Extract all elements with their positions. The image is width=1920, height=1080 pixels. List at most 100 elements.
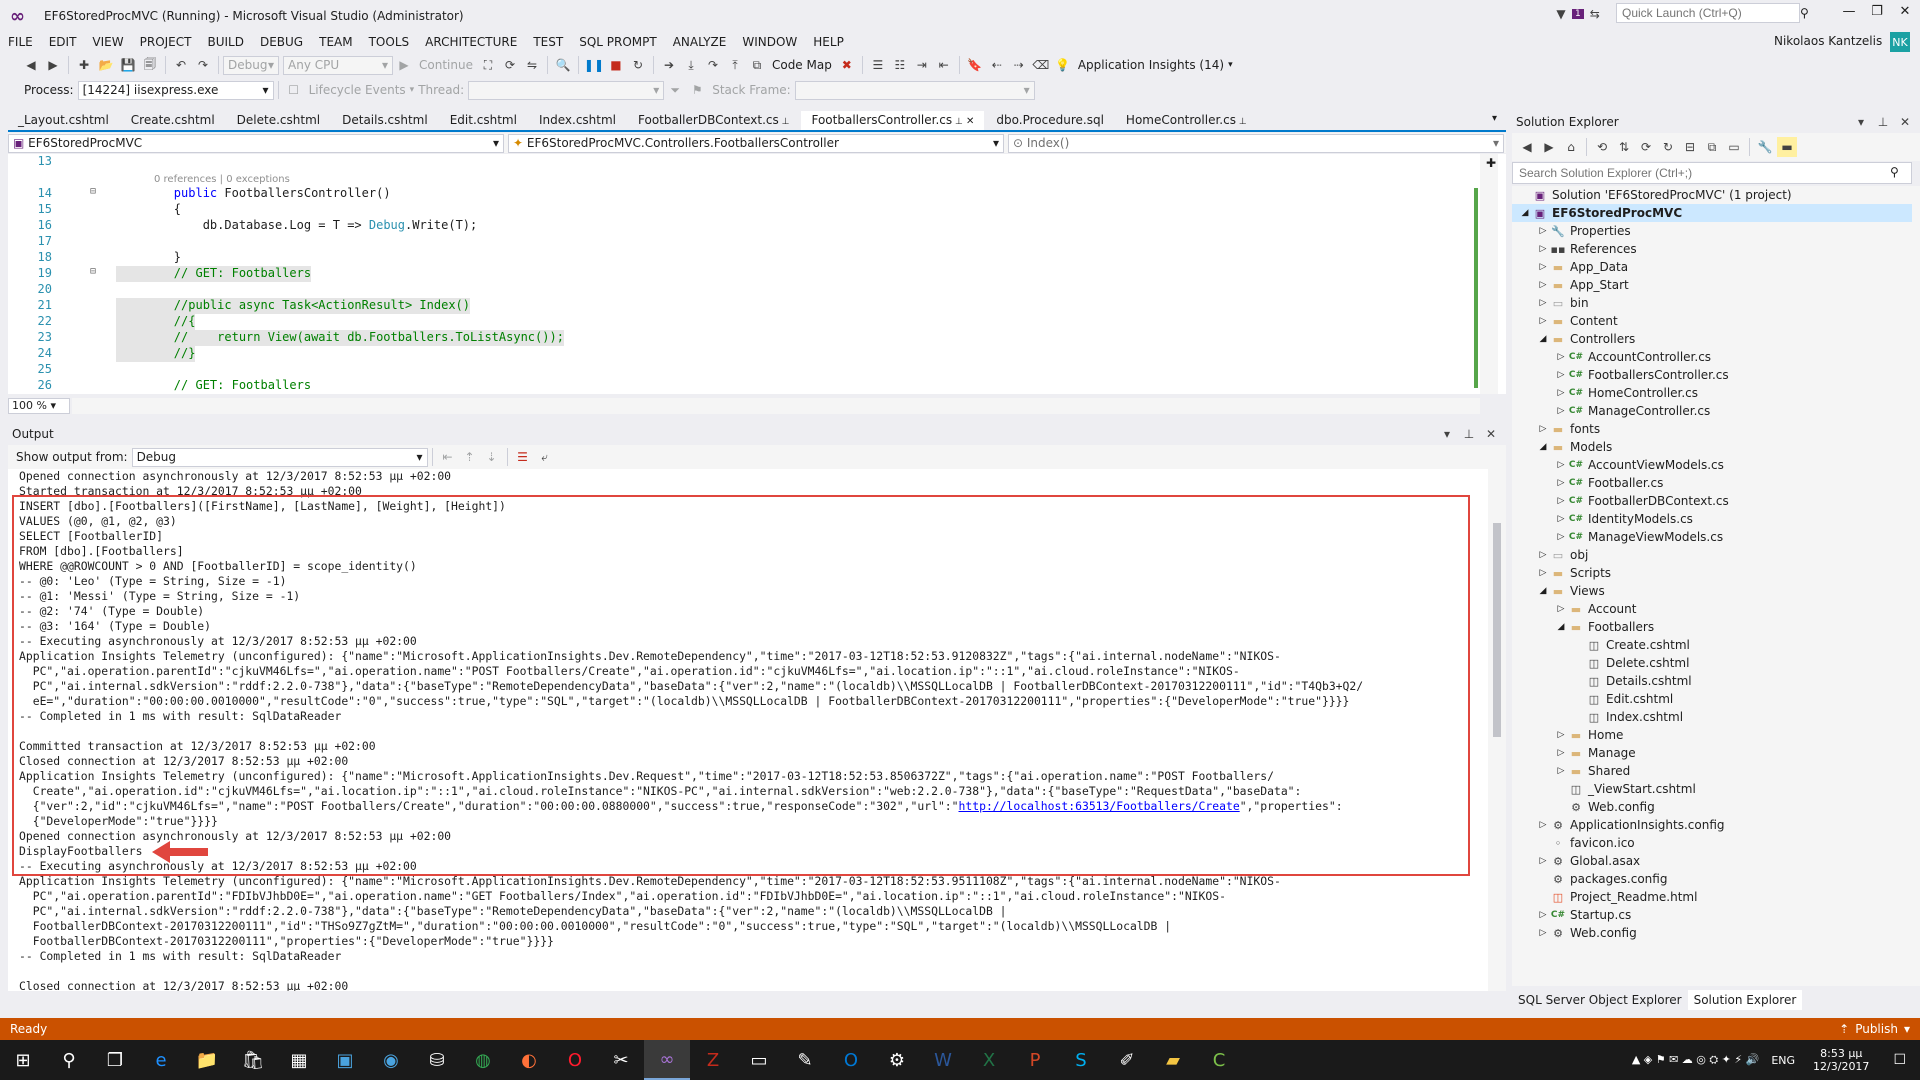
tree-item[interactable]: ▷ ▬ App_Data	[1512, 258, 1912, 276]
collapsed-arrow-icon[interactable]: ▷	[1536, 910, 1550, 920]
pin-icon[interactable]: ⊥	[952, 117, 963, 127]
tree-item[interactable]: ▷ C# HomeController.cs	[1512, 384, 1912, 402]
notepad-icon[interactable]: ✎	[782, 1040, 828, 1080]
tree-item[interactable]: ◫ _ViewStart.cshtml	[1512, 780, 1912, 798]
code-line[interactable]: 21 //public async Task<ActionResult> Ind…	[8, 298, 1468, 314]
calculator-icon[interactable]: ▦	[276, 1040, 322, 1080]
collapsed-arrow-icon[interactable]: ▷	[1536, 820, 1550, 830]
solution-configuration-select[interactable]: Debug ▾	[223, 55, 279, 75]
tree-item[interactable]: ◢ ▬ Models	[1512, 438, 1912, 456]
collapsed-arrow-icon[interactable]: ▷	[1536, 298, 1550, 308]
tree-item[interactable]: ▷ ⚙ Web.config	[1512, 924, 1912, 942]
break-all-icon[interactable]: ❚❚	[584, 55, 604, 75]
collapsed-arrow-icon[interactable]: ▷	[1554, 532, 1568, 542]
tree-item[interactable]: ▷ ⚙ Global.asax	[1512, 852, 1912, 870]
chrome-icon[interactable]: ◍	[460, 1040, 506, 1080]
tab-create-cshtml[interactable]: Create.cshtml	[121, 111, 225, 130]
tree-item[interactable]: ◢ ▬ Views	[1512, 582, 1912, 600]
menu-analyze[interactable]: ANALYZE	[665, 32, 735, 52]
collapse-icon[interactable]: ⊟	[90, 186, 96, 197]
pin-icon[interactable]: ⊥	[1236, 117, 1247, 127]
tree-item[interactable]: ▷ ▬ App_Start	[1512, 276, 1912, 294]
stack-frame-select[interactable]: ▾	[794, 80, 1035, 100]
editor-horizontal-scrollbar[interactable]	[72, 398, 1480, 414]
solution-search-input[interactable]	[1512, 162, 1912, 184]
comment-icon[interactable]: ☰	[868, 55, 888, 75]
collapsed-arrow-icon[interactable]: ▷	[1554, 604, 1568, 614]
publish-button[interactable]: ⇡ Publish ▾	[1839, 1022, 1910, 1036]
continue-button[interactable]: Continue	[419, 58, 473, 72]
find-message-icon[interactable]: ⇤	[438, 447, 458, 467]
remote-desktop-icon[interactable]: ▣	[322, 1040, 368, 1080]
code-line[interactable]: 24 //}	[8, 346, 1468, 362]
prev-bookmark-icon[interactable]: ⇠	[987, 55, 1007, 75]
tree-item[interactable]: ◫ Edit.cshtml	[1512, 690, 1912, 708]
tree-item[interactable]: ▷ ▭ bin	[1512, 294, 1912, 312]
panel-dropdown-icon[interactable]: ▾	[1851, 112, 1871, 132]
tools-icon[interactable]: ✂	[598, 1040, 644, 1080]
filter-threads-icon[interactable]: ⏷	[665, 80, 685, 100]
redo-icon[interactable]: ↷	[193, 55, 213, 75]
clear-all-icon[interactable]: ☰	[513, 447, 533, 467]
excel-icon[interactable]: X	[966, 1040, 1012, 1080]
undo-icon[interactable]: ↶	[171, 55, 191, 75]
input-language[interactable]: ENG	[1771, 1054, 1795, 1067]
lifecycle-icon[interactable]: ☐	[284, 80, 304, 100]
new-project-icon[interactable]: ✚	[74, 55, 94, 75]
user-avatar[interactable]: NK	[1890, 32, 1910, 52]
view-code-icon[interactable]: ▬	[1777, 137, 1797, 157]
visual-studio-icon[interactable]: ∞	[644, 1040, 690, 1080]
expanded-arrow-icon[interactable]: ◢	[1536, 442, 1550, 452]
prev-message-icon[interactable]: ⇡	[460, 447, 480, 467]
menu-window[interactable]: WINDOW	[734, 32, 805, 52]
tab--layout-cshtml[interactable]: _Layout.cshtml	[8, 111, 119, 130]
sync-icon[interactable]: ⟳	[1636, 137, 1656, 157]
menu-team[interactable]: TEAM	[311, 32, 360, 52]
bookmark-icon[interactable]: 🔖	[965, 55, 985, 75]
menu-help[interactable]: HELP	[805, 32, 852, 52]
code-line[interactable]: 18 }	[8, 250, 1468, 266]
expanded-arrow-icon[interactable]: ◢	[1536, 334, 1550, 344]
tree-item[interactable]: ▷ ▭ obj	[1512, 546, 1912, 564]
tree-item[interactable]: ▣ Solution 'EF6StoredProcMVC' (1 project)	[1512, 186, 1912, 204]
powerpoint-icon[interactable]: P	[1012, 1040, 1058, 1080]
collapse-all-icon[interactable]: ⊟	[1680, 137, 1700, 157]
collapsed-arrow-icon[interactable]: ▷	[1554, 514, 1568, 524]
application-insights-button[interactable]: Application Insights (14)	[1078, 58, 1224, 72]
tree-item[interactable]: ▷ ▬ Shared	[1512, 762, 1912, 780]
tab-solution-explorer[interactable]: Solution Explorer	[1687, 990, 1803, 1010]
collapsed-arrow-icon[interactable]: ▷	[1536, 568, 1550, 578]
search-icon[interactable]: ⚲	[1800, 6, 1809, 20]
close-panel-icon[interactable]: ✕	[1481, 424, 1501, 444]
search-icon[interactable]: ⚲	[46, 1040, 92, 1080]
collapsed-arrow-icon[interactable]: ▷	[1536, 280, 1550, 290]
pending-changes-icon[interactable]: ⇅	[1614, 137, 1634, 157]
tree-item[interactable]: ▷ ▬ Scripts	[1512, 564, 1912, 582]
paint-icon[interactable]: ✐	[1104, 1040, 1150, 1080]
tree-item[interactable]: ▷ ▬ Home	[1512, 726, 1912, 744]
class-select[interactable]: ✦ EF6StoredProcMVC.Controllers.Footballe…	[508, 133, 1004, 153]
action-center-icon[interactable]: ☐	[1893, 1052, 1906, 1068]
collapsed-arrow-icon[interactable]: ▷	[1554, 406, 1568, 416]
lightbulb-icon[interactable]: 💡	[1053, 55, 1073, 75]
play-icon[interactable]: ▶	[394, 55, 414, 75]
tree-item[interactable]: ◫ Delete.cshtml	[1512, 654, 1912, 672]
ssms-icon[interactable]: ⛁	[414, 1040, 460, 1080]
output-source-select[interactable]: Debug ▾	[131, 447, 428, 467]
clear-bookmarks-icon[interactable]: ⌫	[1031, 55, 1051, 75]
tree-item[interactable]: ▷ C# Footballer.cs	[1512, 474, 1912, 492]
code-line[interactable]: 26 // GET: Footballers	[8, 378, 1468, 394]
editor-vertical-scrollbar[interactable]	[1480, 154, 1498, 394]
expanded-arrow-icon[interactable]: ◢	[1518, 208, 1532, 218]
tab-dbo-procedure-sql[interactable]: dbo.Procedure.sql	[986, 111, 1114, 130]
save-icon[interactable]: 💾	[118, 55, 138, 75]
step-out-icon[interactable]: ⤒	[725, 55, 745, 75]
chevron-down-icon[interactable]: ▾	[1228, 60, 1233, 70]
collapsed-arrow-icon[interactable]: ▷	[1554, 370, 1568, 380]
menu-tools[interactable]: TOOLS	[361, 32, 418, 52]
find-icon[interactable]: 🔍	[553, 55, 573, 75]
next-message-icon[interactable]: ⇣	[482, 447, 502, 467]
tree-item[interactable]: ▷ C# AccountController.cs	[1512, 348, 1912, 366]
tree-item[interactable]: ◢ ▬ Footballers	[1512, 618, 1912, 636]
media-player-icon[interactable]: ◉	[368, 1040, 414, 1080]
